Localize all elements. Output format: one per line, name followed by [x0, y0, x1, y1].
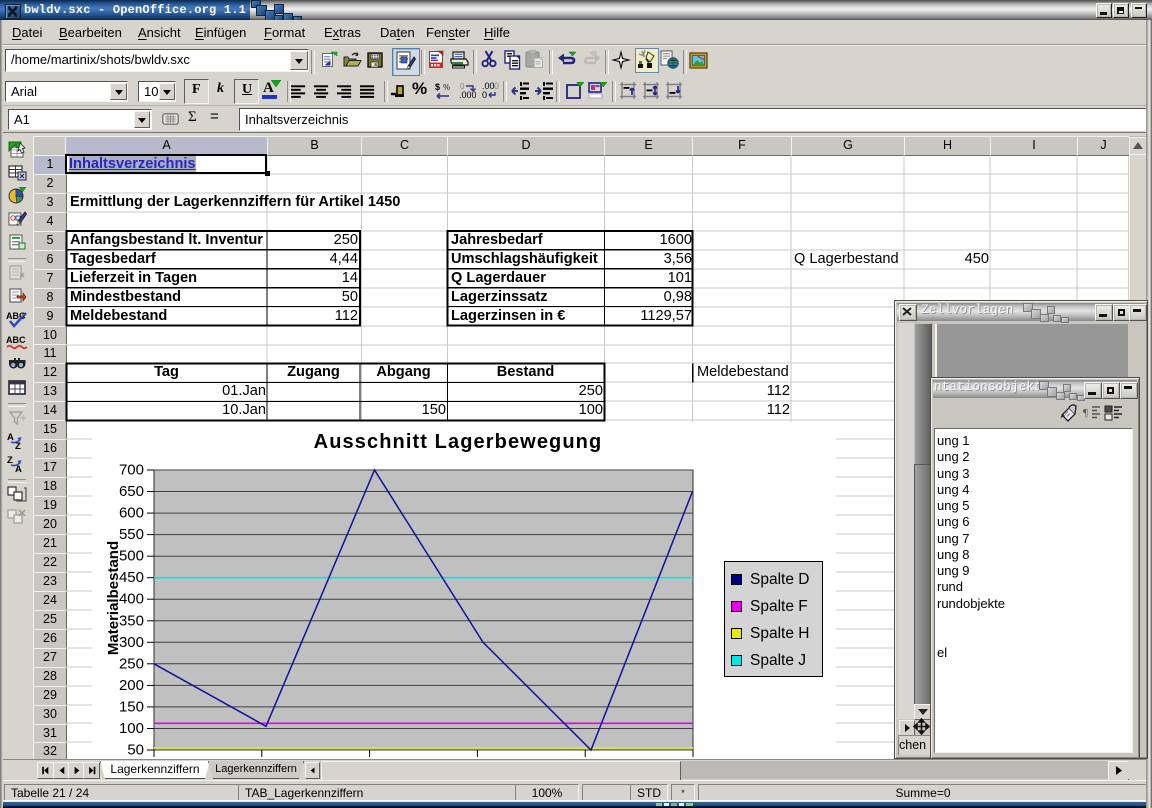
svg-text:550: 550 — [119, 526, 144, 543]
svg-text:.000: .000 — [459, 90, 476, 100]
svg-text:700: 700 — [119, 462, 144, 479]
svg-text:600: 600 — [119, 505, 144, 522]
svg-text:450: 450 — [119, 569, 144, 586]
svg-text:650: 650 — [119, 483, 144, 500]
svg-text:100: 100 — [119, 720, 144, 737]
svg-text:0: 0 — [494, 82, 499, 91]
svg-text:200: 200 — [119, 677, 144, 694]
svg-text:50: 50 — [127, 742, 144, 759]
svg-text:Materialbestand: Materialbestand — [105, 541, 122, 655]
svg-text:$: $ — [435, 82, 440, 92]
svg-text:150: 150 — [119, 698, 144, 715]
svg-text:500: 500 — [119, 548, 144, 565]
svg-text:350: 350 — [119, 612, 144, 629]
svg-text:Z: Z — [7, 455, 13, 466]
svg-text:ABC: ABC — [6, 335, 26, 345]
svg-text:%: % — [443, 83, 450, 92]
svg-text:300: 300 — [119, 634, 144, 651]
svg-text:0: 0 — [482, 90, 487, 100]
svg-text:A: A — [7, 432, 14, 443]
svg-text:250: 250 — [119, 655, 144, 672]
svg-text:¶: ¶ — [1083, 407, 1088, 419]
svg-text:400: 400 — [119, 591, 144, 608]
